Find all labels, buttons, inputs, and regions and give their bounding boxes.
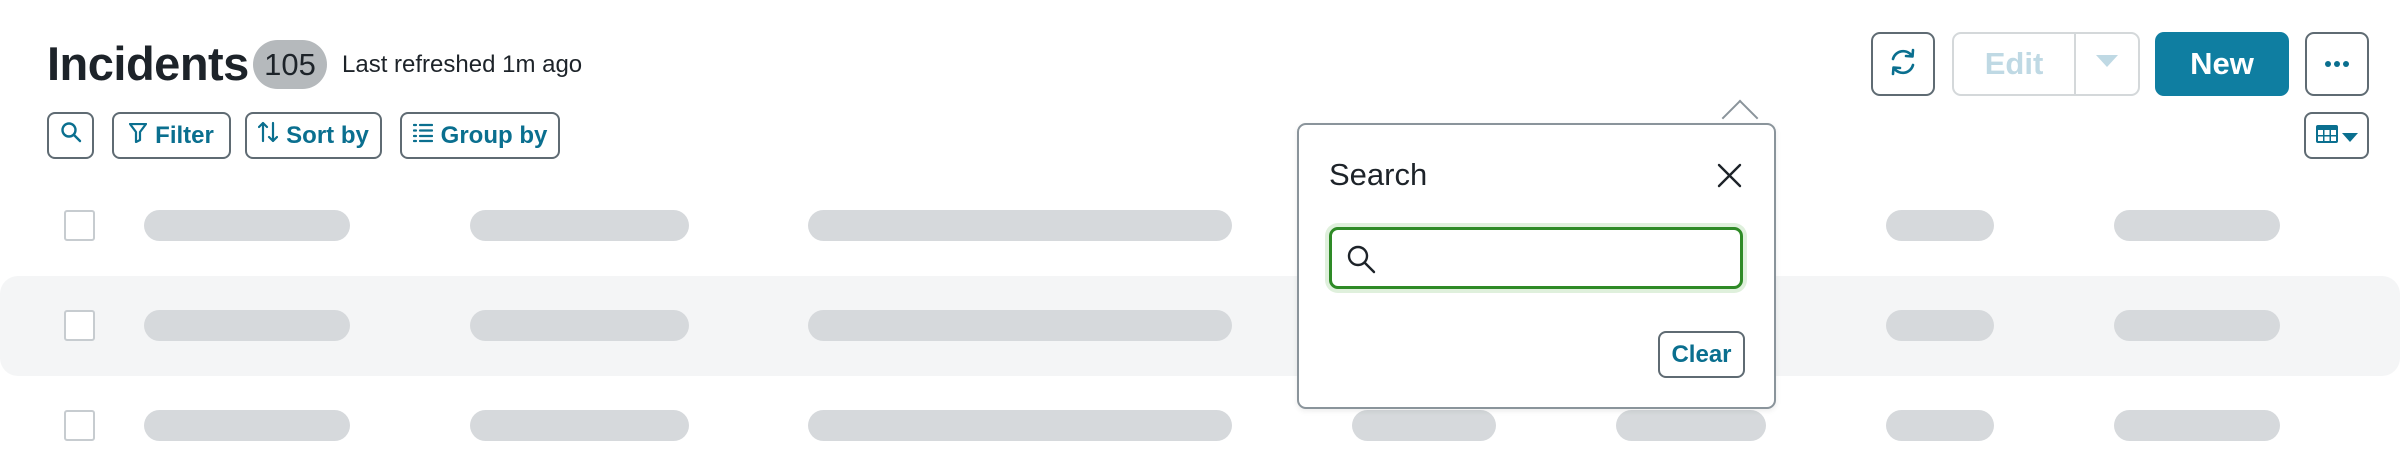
- skeleton-cell: [808, 310, 1232, 341]
- close-button[interactable]: [1716, 162, 1743, 189]
- skeleton-cell: [1886, 310, 1994, 341]
- search-popover-title: Search: [1329, 157, 1428, 192]
- search-icon: [60, 121, 82, 150]
- row-checkbox[interactable]: [64, 410, 95, 441]
- last-refreshed-text: Last refreshed 1m ago: [342, 51, 583, 78]
- skeleton-cell: [1886, 410, 1994, 441]
- search-icon: [1346, 244, 1376, 279]
- page-title: Incidents: [47, 37, 249, 90]
- skeleton-cell: [2114, 210, 2280, 241]
- refresh-button[interactable]: [1871, 32, 1935, 96]
- list-icon: [412, 122, 433, 150]
- edit-button[interactable]: Edit: [1954, 34, 2076, 94]
- row-checkbox[interactable]: [64, 210, 95, 241]
- column-settings-button[interactable]: [2304, 112, 2369, 159]
- search-field: [1329, 227, 1743, 289]
- skeleton-cell: [1886, 210, 1994, 241]
- skeleton-cell: [1352, 410, 1496, 441]
- skeleton-cell: [1616, 410, 1766, 441]
- sort-icon: [258, 121, 279, 150]
- sort-by-label: Sort by: [286, 121, 369, 149]
- sort-by-button[interactable]: Sort by: [245, 112, 382, 159]
- more-actions-button[interactable]: [2305, 32, 2369, 96]
- search-toggle-button[interactable]: [47, 112, 94, 159]
- clear-button[interactable]: Clear: [1658, 331, 1745, 378]
- skeleton-cell: [2114, 310, 2280, 341]
- table-icon: [2315, 122, 2338, 150]
- close-icon: [1716, 163, 1743, 193]
- skeleton-cell: [808, 210, 1232, 241]
- skeleton-cell: [2114, 410, 2280, 441]
- filter-label: Filter: [155, 121, 214, 149]
- edit-dropdown-button[interactable]: [2076, 34, 2138, 94]
- row-checkbox[interactable]: [64, 310, 95, 341]
- search-popover: Search Clear: [1297, 123, 1776, 409]
- filter-button[interactable]: Filter: [112, 112, 231, 159]
- edit-split-button: Edit: [1952, 32, 2140, 96]
- refresh-icon: [1887, 46, 1919, 83]
- skeleton-cell: [144, 410, 350, 441]
- new-button[interactable]: New: [2155, 32, 2289, 96]
- skeleton-cell: [470, 210, 689, 241]
- record-count-badge: 105: [253, 40, 327, 89]
- chevron-down-icon: [2096, 55, 2118, 73]
- skeleton-cell: [470, 410, 689, 441]
- skeleton-cell: [144, 310, 350, 341]
- skeleton-cell: [144, 210, 350, 241]
- more-icon: [2324, 55, 2350, 73]
- group-by-button[interactable]: Group by: [400, 112, 560, 159]
- search-input[interactable]: [1390, 236, 1730, 282]
- chevron-down-icon: [2341, 122, 2358, 150]
- skeleton-cell: [808, 410, 1232, 441]
- skeleton-cell: [470, 310, 689, 341]
- group-by-label: Group by: [440, 121, 548, 149]
- filter-icon: [129, 122, 148, 150]
